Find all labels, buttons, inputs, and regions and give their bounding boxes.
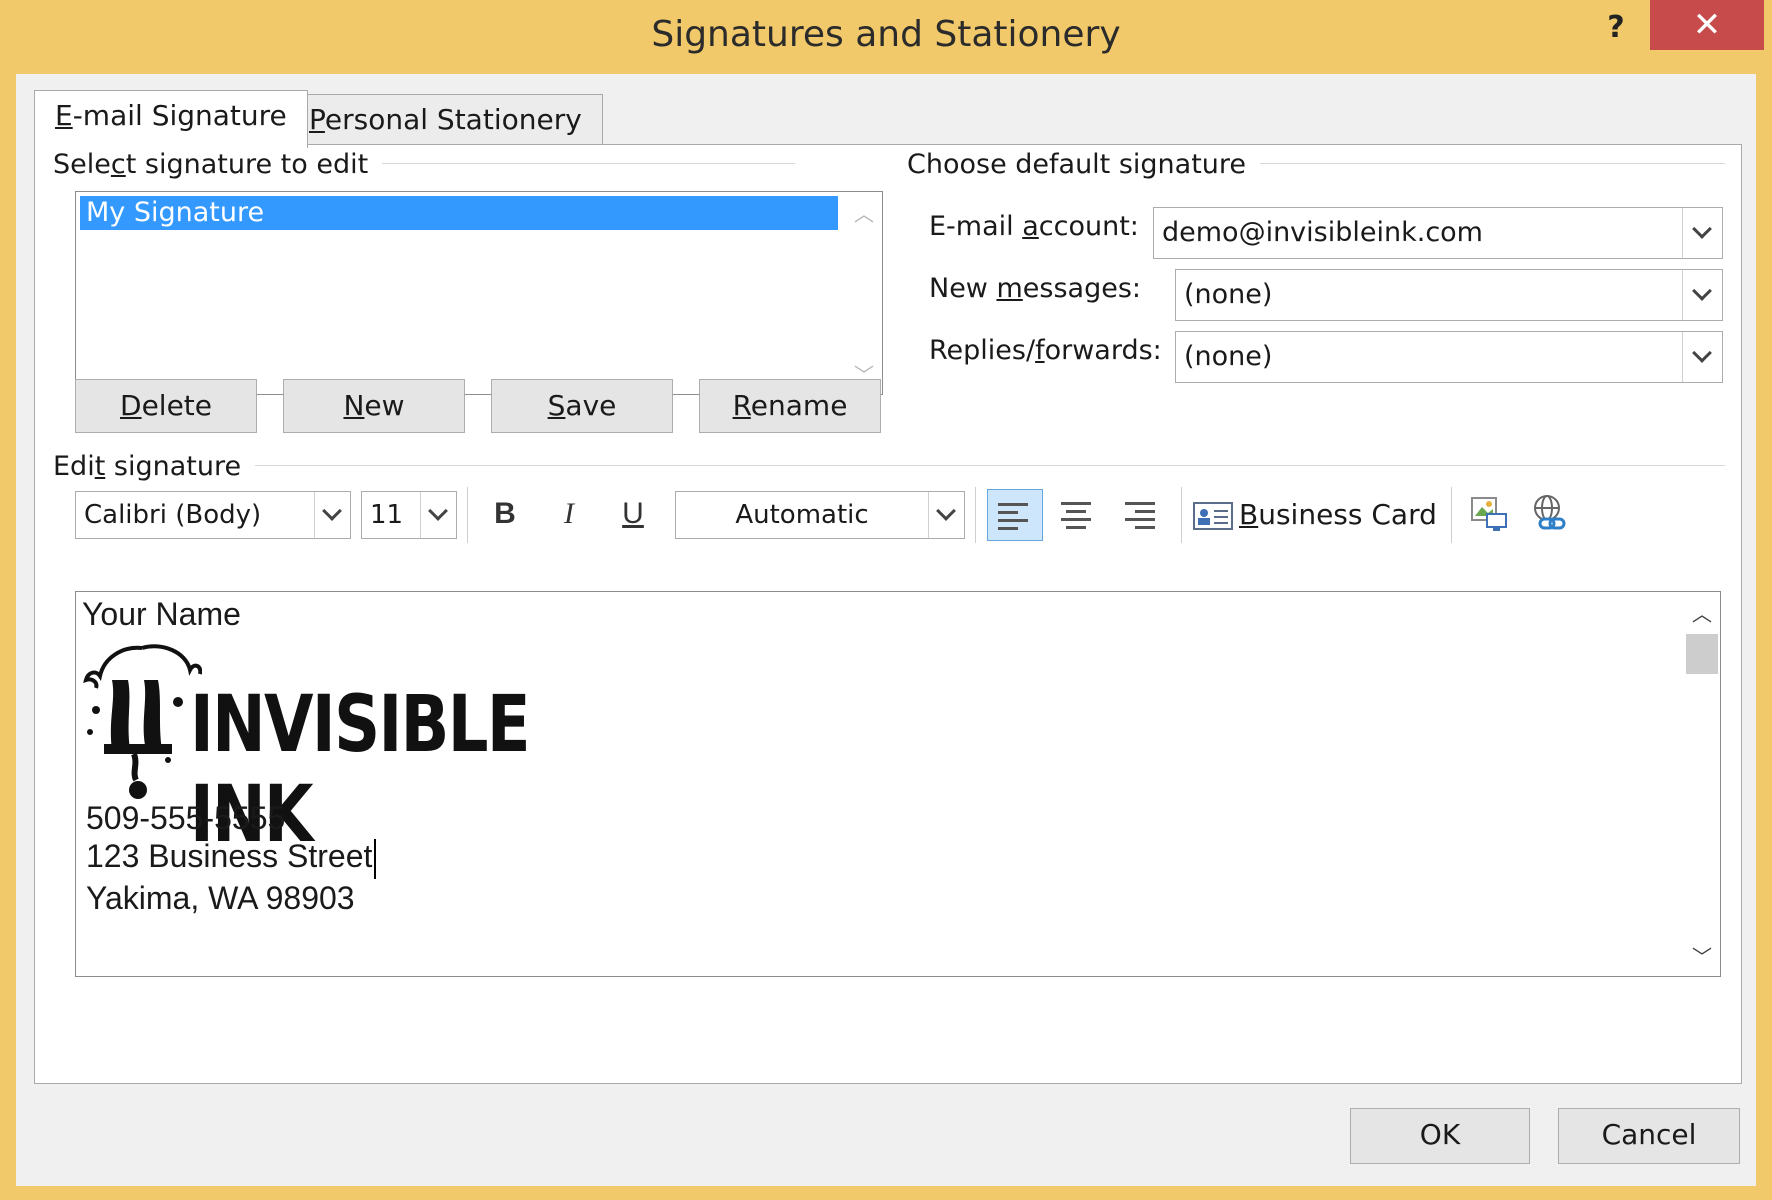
- toolbar-separator: [467, 487, 468, 543]
- signature-list[interactable]: My Signature ︿ ﹀: [75, 191, 883, 395]
- rename-button[interactable]: Rename: [699, 379, 881, 433]
- email-account-label: E-mail account:: [929, 211, 1139, 242]
- chevron-down-icon: [936, 501, 956, 521]
- align-right-button[interactable]: [1115, 489, 1171, 541]
- dropdown-button[interactable]: [420, 492, 456, 538]
- replies-forwards-select[interactable]: (none): [1175, 331, 1723, 383]
- insert-hyperlink-button[interactable]: [1525, 489, 1577, 541]
- signature-city: Yakima, WA 98903: [86, 880, 355, 916]
- new-messages-select[interactable]: (none): [1175, 269, 1723, 321]
- group-divider: [335, 163, 795, 164]
- signature-list-scrollbar[interactable]: ︿ ﹀: [846, 192, 882, 394]
- signature-street: 123 Business Street: [86, 838, 377, 879]
- font-size-select[interactable]: 11: [361, 491, 457, 539]
- default-signature-heading: Choose default signature: [907, 149, 1261, 180]
- ok-button[interactable]: OK: [1350, 1108, 1530, 1164]
- new-messages-label: New messages:: [929, 273, 1142, 304]
- help-button[interactable]: ?: [1586, 6, 1646, 50]
- tab-panel: Select signature to edit My Signature ︿ …: [34, 144, 1742, 1084]
- dropdown-button[interactable]: [314, 492, 350, 538]
- edit-signature-heading: Edit signature: [53, 451, 256, 482]
- dropdown-button[interactable]: [1682, 208, 1722, 258]
- list-item[interactable]: My Signature: [80, 196, 838, 230]
- text-caret: [374, 838, 377, 879]
- delete-button[interactable]: Delete: [75, 379, 257, 433]
- align-center-button[interactable]: [1051, 489, 1107, 541]
- toolbar-separator: [975, 487, 976, 543]
- title-bar: Signatures and Stationery ? ✕: [0, 0, 1772, 72]
- signature-name: Your Name: [82, 596, 241, 632]
- scroll-down-icon[interactable]: ﹀: [1684, 941, 1720, 970]
- group-divider: [245, 465, 1725, 466]
- dropdown-button[interactable]: [928, 492, 964, 538]
- business-card-icon: [1193, 502, 1233, 530]
- hyperlink-icon: [1534, 495, 1566, 530]
- picture-icon: [1471, 497, 1507, 531]
- business-card-button[interactable]: Business Card: [1193, 489, 1437, 541]
- dropdown-button[interactable]: [1682, 332, 1722, 382]
- replies-forwards-label: Replies/forwards:: [929, 335, 1162, 366]
- toolbar-separator: [1181, 487, 1182, 543]
- underline-button[interactable]: U: [607, 489, 659, 541]
- scrollbar-thumb[interactable]: [1686, 634, 1718, 674]
- align-center-icon: [1061, 502, 1091, 534]
- dialog-body: E-mail Signature Personal Stationery Sel…: [16, 74, 1756, 1186]
- chevron-down-icon: [1692, 343, 1712, 363]
- toolbar-separator: [1451, 487, 1452, 543]
- window-title: Signatures and Stationery: [651, 14, 1121, 55]
- font-color-select[interactable]: Automatic: [675, 491, 965, 539]
- ink-splatter-icon: [83, 644, 202, 799]
- select-signature-heading: Select signature to edit: [53, 149, 383, 180]
- chevron-down-icon: [1692, 219, 1712, 239]
- editor-scrollbar[interactable]: ︿ ﹀: [1684, 592, 1720, 976]
- chevron-down-icon: [322, 501, 342, 521]
- insert-picture-button[interactable]: [1463, 489, 1515, 541]
- close-button[interactable]: ✕: [1650, 0, 1764, 50]
- cancel-button[interactable]: Cancel: [1558, 1108, 1740, 1164]
- save-button[interactable]: Save: [491, 379, 673, 433]
- signature-phone: 509-555-5555: [86, 800, 286, 836]
- scroll-up-icon[interactable]: ︿: [846, 198, 882, 227]
- align-right-icon: [1125, 502, 1155, 534]
- chevron-down-icon: [1692, 281, 1712, 301]
- tab-personal-stationery[interactable]: Personal Stationery: [288, 94, 603, 146]
- align-left-button[interactable]: [987, 489, 1043, 541]
- email-account-select[interactable]: demo@invisibleink.com: [1153, 207, 1723, 259]
- italic-button[interactable]: I: [543, 489, 595, 541]
- scroll-up-icon[interactable]: ︿: [1684, 598, 1720, 627]
- bold-button[interactable]: B: [479, 489, 531, 541]
- dropdown-button[interactable]: [1682, 270, 1722, 320]
- signature-editor[interactable]: Your Name INVISIBLE INK 509-555-5555 123…: [75, 591, 1721, 977]
- tab-email-signature[interactable]: E-mail Signature: [34, 90, 308, 148]
- font-select[interactable]: Calibri (Body): [75, 491, 351, 539]
- align-left-icon: [998, 503, 1028, 535]
- chevron-down-icon: [428, 501, 448, 521]
- new-button[interactable]: New: [283, 379, 465, 433]
- company-logo: INVISIBLE INK: [82, 640, 582, 860]
